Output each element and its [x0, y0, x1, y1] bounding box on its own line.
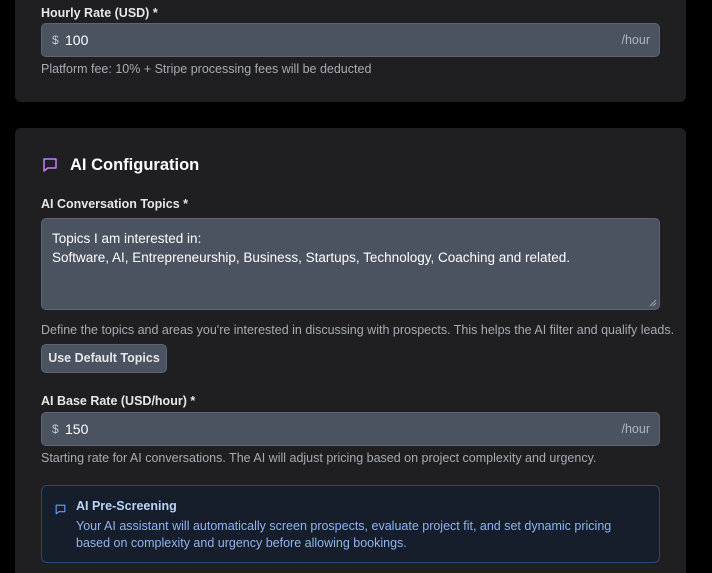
currency-symbol: $ [52, 33, 59, 47]
base-rate-label: AI Base Rate (USD/hour) * [41, 394, 196, 408]
currency-symbol: $ [52, 422, 59, 436]
use-default-topics-button[interactable]: Use Default Topics [41, 344, 167, 373]
topics-label: AI Conversation Topics * [41, 197, 189, 211]
per-hour-suffix: /hour [621, 422, 651, 436]
topics-textarea[interactable]: Topics I am interested in: Software, AI,… [41, 218, 660, 310]
hourly-rate-value: 100 [65, 32, 89, 48]
hourly-rate-input[interactable]: $ 100 /hour [41, 23, 660, 57]
chat-bubble-icon [43, 158, 57, 172]
ai-configuration-card: AI Configuration AI Conversation Topics … [15, 128, 686, 573]
topics-help: Define the topics and areas you're inter… [41, 323, 675, 337]
notice-body: Your AI assistant will automatically scr… [76, 519, 612, 550]
base-rate-input[interactable]: $ 150 /hour [41, 412, 660, 446]
per-hour-suffix: /hour [621, 33, 651, 47]
pre-screening-notice: AI Pre-Screening Your AI assistant will … [41, 485, 660, 563]
base-rate-value: 150 [65, 421, 89, 437]
resize-handle-icon[interactable] [649, 299, 657, 307]
notice-title: AI Pre-Screening [76, 499, 177, 513]
base-rate-help: Starting rate for AI conversations. The … [41, 451, 597, 465]
hourly-rate-label: Hourly Rate (USD) * [41, 6, 158, 20]
topics-line: Topics I am interested in: [52, 231, 202, 246]
chat-bubble-icon [55, 504, 66, 515]
topics-line: Software, AI, Entrepreneurship, Business… [52, 250, 571, 265]
platform-fee-help: Platform fee: 10% + Stripe processing fe… [41, 62, 372, 76]
section-title: AI Configuration [70, 156, 200, 174]
pricing-card: Hourly Rate (USD) * $ 100 /hour Platform… [15, 0, 686, 102]
